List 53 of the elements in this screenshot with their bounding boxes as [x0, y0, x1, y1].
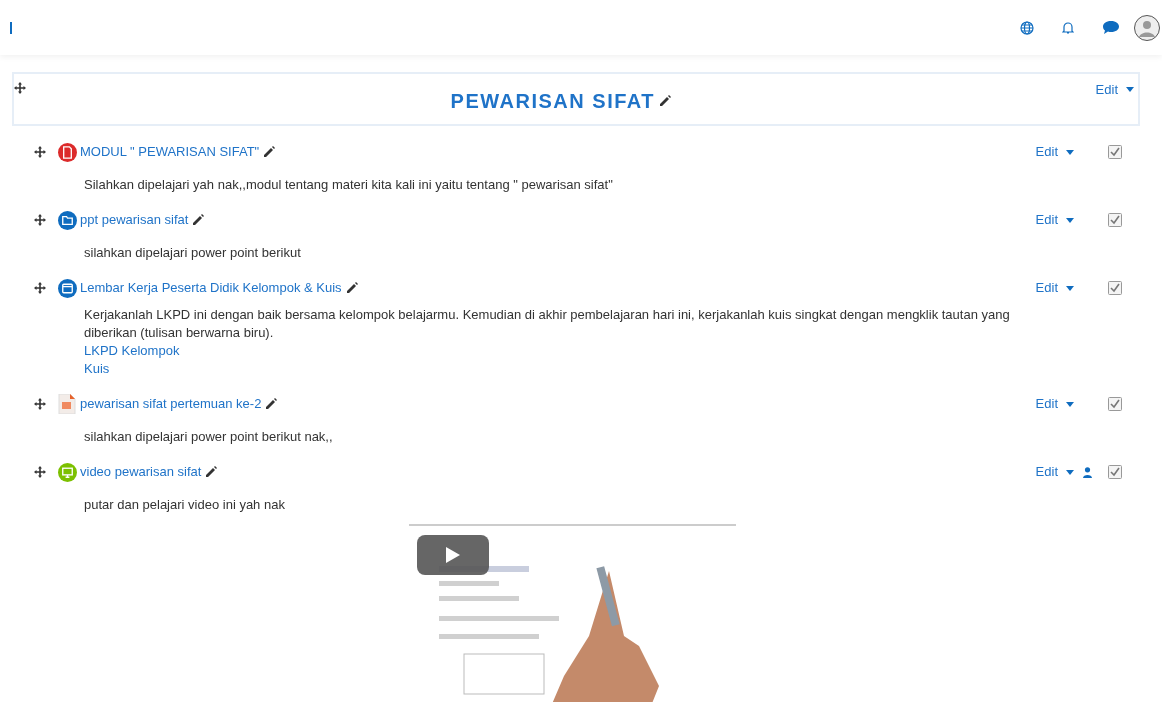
activity-description: putar dan pelajari video ini yah nak	[84, 496, 286, 514]
edit-menu-button[interactable]: Edit	[1095, 80, 1134, 100]
section-title: PEWARISAN SIFAT	[450, 89, 655, 114]
activity-link[interactable]: ppt pewarisan sifat	[80, 210, 189, 230]
edit-menu-button[interactable]: Edit	[1035, 278, 1074, 298]
move-icon[interactable]	[34, 466, 46, 478]
window-icon	[57, 278, 77, 298]
activity-description: silahkan dipelajari power point berikut	[84, 244, 302, 262]
caret-icon	[1126, 87, 1134, 93]
completion-checkbox[interactable]	[1108, 465, 1122, 479]
activity-description: silahkan dipelajari power point berikut nak,,	[84, 428, 334, 446]
caret-icon	[1066, 149, 1074, 155]
caret-icon	[1066, 285, 1074, 291]
activity-description: Silahkan dipelajari yah nak,,modul tentang materi kita kali ini yaitu tentang " pewarisan sifat"	[84, 176, 614, 194]
description-link[interactable]: Kuis	[84, 361, 110, 376]
play-icon	[445, 547, 460, 563]
edit-menu-button[interactable]: Edit	[1035, 394, 1074, 414]
move-icon[interactable]	[14, 82, 26, 94]
bell-icon[interactable]	[1062, 20, 1074, 35]
move-icon[interactable]	[34, 398, 46, 410]
activity-link[interactable]: pewarisan sifat pertemuan ke-2	[80, 394, 262, 414]
chat-icon[interactable]	[1102, 20, 1120, 35]
caret-icon	[1066, 217, 1074, 223]
caret-icon	[1066, 469, 1074, 475]
completion-checkbox[interactable]	[1108, 397, 1122, 411]
presentation-file-icon	[58, 394, 76, 414]
edit-menu-button[interactable]: Edit	[1035, 142, 1074, 162]
play-button[interactable]	[416, 535, 489, 575]
pdf-icon	[57, 142, 77, 162]
edit-menu-button[interactable]: Edit	[1035, 462, 1074, 482]
pencil-icon[interactable]	[192, 214, 205, 226]
activity-link[interactable]: Lembar Kerja Peserta Didik Kelompok & Kuis	[80, 278, 342, 298]
completion-checkbox[interactable]	[1108, 145, 1122, 159]
pencil-icon[interactable]	[263, 146, 276, 158]
globe-icon[interactable]	[1020, 20, 1034, 35]
caret-icon	[1066, 401, 1074, 407]
completion-checkbox[interactable]	[1108, 281, 1122, 295]
edit-menu-button[interactable]: Edit	[1035, 210, 1074, 230]
activity-link[interactable]: video pewarisan sifat	[80, 462, 202, 482]
pencil-icon[interactable]	[265, 398, 278, 410]
pencil-icon[interactable]	[659, 95, 671, 107]
activity-link[interactable]: MODUL " PEWARISAN SIFAT"	[80, 142, 260, 162]
folder-icon	[57, 210, 77, 230]
move-icon[interactable]	[34, 282, 46, 294]
avatar-icon[interactable]	[1134, 14, 1160, 41]
pencil-icon[interactable]	[345, 282, 358, 294]
activity-description: Kerjakanlah LKPD ini dengan baik bersama kelompok belajarmu. Kemudian di akhir pembelajaran hari ini, kerjakanlah kuis singkat dengan mengklik tautan yang diberikan (tulisan berwarna biru).	[84, 306, 1011, 342]
description-link[interactable]: LKPD Kelompok	[84, 343, 180, 358]
screen-icon	[57, 462, 77, 482]
pencil-icon[interactable]	[205, 466, 218, 478]
completion-checkbox[interactable]	[1108, 213, 1122, 227]
move-icon[interactable]	[34, 214, 46, 226]
move-icon[interactable]	[34, 146, 46, 158]
